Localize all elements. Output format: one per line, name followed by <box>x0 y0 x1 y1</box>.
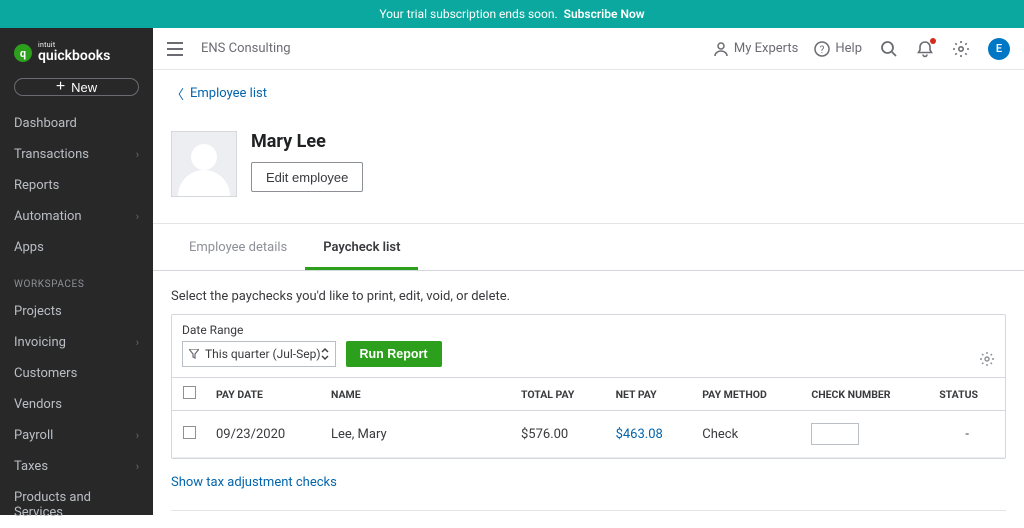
workspaces-heading: WORKSPACES <box>0 263 153 296</box>
sidebar-item-label: Automation <box>14 209 82 224</box>
tabs: Employee details Paycheck list <box>153 224 1024 271</box>
help-icon: ? <box>814 41 830 57</box>
sidebar-item-customers[interactable]: Customers <box>0 358 153 389</box>
run-report-button[interactable]: Run Report <box>346 341 442 367</box>
sidebar-item-vendors[interactable]: Vendors <box>0 389 153 420</box>
col-check: CHECK NUMBER <box>801 378 929 411</box>
col-method: PAY METHOD <box>692 378 801 411</box>
show-tax-adjustment-link[interactable]: Show tax adjustment checks <box>153 471 1024 504</box>
col-status: STATUS <box>929 378 1005 411</box>
table-settings-icon[interactable] <box>979 351 995 367</box>
back-link-label: Employee list <box>190 86 267 101</box>
chevron-right-icon: › <box>136 336 139 349</box>
instruction-text: Select the paychecks you'd like to print… <box>153 271 1024 314</box>
brand-logo: q <box>14 44 32 62</box>
sidebar-item-projects[interactable]: Projects <box>0 296 153 327</box>
sidebar-item-label: Vendors <box>14 397 62 412</box>
col-net: NET PAY <box>606 378 693 411</box>
cell-status: - <box>929 411 1005 458</box>
company-name: ENS Consulting <box>201 41 291 56</box>
search-icon[interactable] <box>880 40 898 58</box>
divider <box>171 510 1006 511</box>
cell-paydate: 09/23/2020 <box>206 411 321 458</box>
sidebar-item-dashboard[interactable]: Dashboard <box>0 108 153 139</box>
sidebar-item-apps[interactable]: Apps <box>0 232 153 263</box>
row-checkbox[interactable] <box>183 426 196 439</box>
new-button-label: New <box>71 80 97 95</box>
chevron-right-icon: › <box>136 148 139 161</box>
help-button[interactable]: ? Help <box>814 41 862 57</box>
sidebar-item-label: Dashboard <box>14 116 77 131</box>
chevron-right-icon: › <box>136 429 139 442</box>
col-name: NAME <box>321 378 511 411</box>
cell-name: Lee, Mary <box>321 411 511 458</box>
my-experts-label: My Experts <box>734 41 798 56</box>
date-range-label: Date Range <box>182 323 336 337</box>
filter-icon <box>189 349 199 359</box>
menu-icon[interactable] <box>167 42 187 56</box>
sidebar-item-label: Invoicing <box>14 335 66 350</box>
expert-icon <box>713 41 729 57</box>
profile-avatar-placeholder <box>171 131 237 197</box>
sidebar-item-label: Projects <box>14 304 62 319</box>
sidebar-item-label: Products and Services <box>14 490 139 520</box>
sidebar-item-label: Payroll <box>14 428 53 443</box>
bell-icon[interactable] <box>916 40 934 58</box>
chevron-updown-icon <box>321 348 329 360</box>
svg-text:?: ? <box>820 45 825 56</box>
trial-banner: Your trial subscription ends soon. Subsc… <box>0 0 1024 28</box>
help-label: Help <box>835 41 862 56</box>
brand-main: quickbooks <box>38 48 110 64</box>
sidebar-item-payroll[interactable]: Payroll › <box>0 420 153 451</box>
tab-paycheck-list[interactable]: Paycheck list <box>305 224 418 270</box>
settings-icon[interactable] <box>952 40 970 58</box>
cell-check <box>801 411 929 458</box>
sidebar-item-transactions[interactable]: Transactions › <box>0 139 153 170</box>
sidebar-item-reports[interactable]: Reports <box>0 170 153 201</box>
sidebar-item-label: Reports <box>14 178 59 193</box>
table-row: 09/23/2020Lee, Mary$576.00$463.08Check - <box>172 411 1005 458</box>
sidebar: q intuit quickbooks + New Dashboard Trans… <box>0 28 153 515</box>
sidebar-item-label: Transactions <box>14 147 89 162</box>
new-button[interactable]: + New <box>14 78 139 96</box>
user-avatar[interactable]: E <box>988 38 1010 60</box>
check-number-input[interactable] <box>811 423 859 445</box>
profile-name: Mary Lee <box>251 131 363 152</box>
sidebar-item-automation[interactable]: Automation › <box>0 201 153 232</box>
sidebar-item-label: Customers <box>14 366 77 381</box>
cell-total: $576.00 <box>511 411 606 458</box>
cell-netpay[interactable]: $463.08 <box>606 411 693 458</box>
back-link[interactable]: 〈 Employee list <box>153 70 1024 111</box>
subscribe-link[interactable]: Subscribe Now <box>564 7 645 21</box>
profile-header: Mary Lee Edit employee <box>153 111 1024 224</box>
trial-text: Your trial subscription ends soon. <box>379 7 557 21</box>
chevron-left-icon: 〈 <box>171 84 184 103</box>
sidebar-item-label: Taxes <box>14 459 48 474</box>
paycheck-panel: Date Range This quarter (Jul-Sep) Run Re… <box>171 314 1006 459</box>
cell-method: Check <box>692 411 801 458</box>
edit-employee-button[interactable]: Edit employee <box>251 162 363 192</box>
brand: q intuit quickbooks <box>0 28 153 74</box>
my-experts-button[interactable]: My Experts <box>713 41 798 57</box>
content-area: 〈 Employee list Mary Lee Edit employee E… <box>153 70 1024 515</box>
topbar: ENS Consulting My Experts ? Help <box>153 28 1024 70</box>
sidebar-item-taxes[interactable]: Taxes › <box>0 451 153 482</box>
col-total: TOTAL PAY <box>511 378 606 411</box>
notification-dot <box>930 38 936 44</box>
date-range-select[interactable]: This quarter (Jul-Sep) <box>182 341 336 367</box>
sidebar-item-label: Apps <box>14 240 44 255</box>
sidebar-item-products-and-services[interactable]: Products and Services <box>0 482 153 528</box>
plus-icon: + <box>56 79 65 95</box>
col-paydate: PAY DATE <box>206 378 321 411</box>
chevron-right-icon: › <box>136 460 139 473</box>
select-all-checkbox[interactable] <box>183 386 196 399</box>
paycheck-table: PAY DATE NAME TOTAL PAY NET PAY PAY METH… <box>172 377 1005 458</box>
sidebar-item-invoicing[interactable]: Invoicing › <box>0 327 153 358</box>
chevron-right-icon: › <box>136 210 139 223</box>
date-range-value: This quarter (Jul-Sep) <box>205 347 321 361</box>
tab-employee-details[interactable]: Employee details <box>171 224 305 270</box>
